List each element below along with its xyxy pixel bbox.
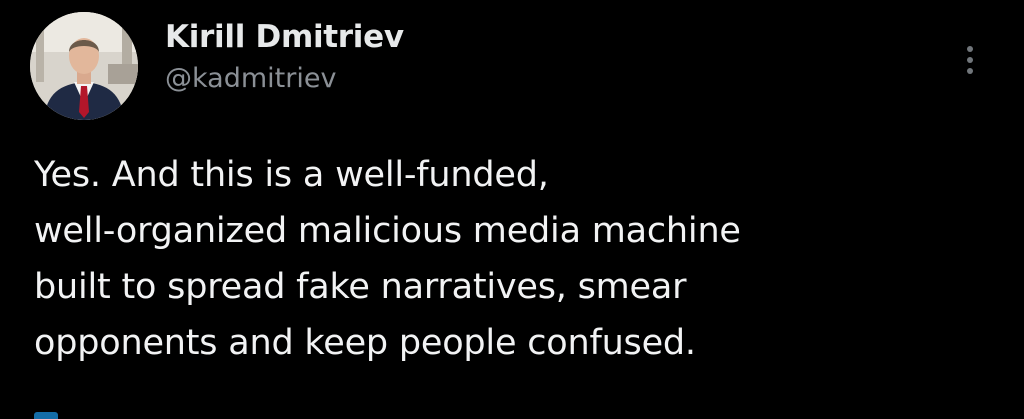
author-avatar[interactable]: [30, 12, 138, 120]
ellipsis-dot: [967, 57, 973, 63]
author-handle[interactable]: @kadmitriev: [165, 62, 404, 96]
author-info: Kirill Dmitriev @kadmitriev: [165, 18, 404, 96]
cut-off-icon: [34, 412, 58, 419]
ellipsis-dot: [967, 68, 973, 74]
profile-photo-icon: [30, 12, 138, 120]
more-options-button[interactable]: [955, 40, 985, 80]
tweet-card: Kirill Dmitriev @kadmitriev Yes. And thi…: [0, 0, 1024, 419]
author-display-name[interactable]: Kirill Dmitriev: [165, 18, 404, 56]
tweet-text: Yes. And this is a well-funded, well-org…: [34, 155, 741, 363]
vertical-ellipsis-icon: [967, 46, 973, 52]
